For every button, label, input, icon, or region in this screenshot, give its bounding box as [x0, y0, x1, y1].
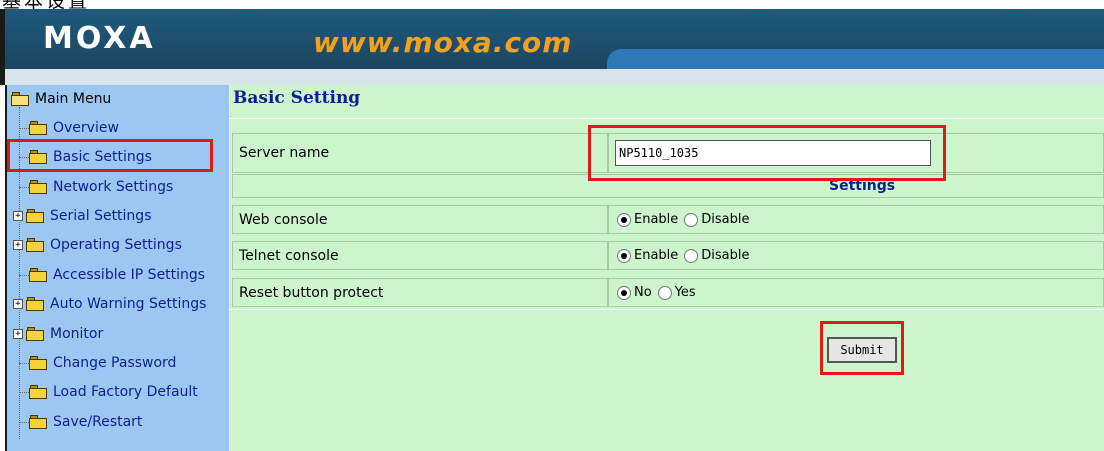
- divider: [229, 309, 1104, 310]
- telnet-console-disable-radio[interactable]: [684, 248, 699, 263]
- web-console-enable-radio[interactable]: [617, 212, 631, 227]
- section-header: Settings: [829, 178, 896, 194]
- folder-icon: [29, 385, 47, 399]
- reset-no-radio[interactable]: [617, 285, 631, 300]
- sidebar-item-label: Accessible IP Settings: [53, 267, 206, 283]
- sidebar-item-change-password[interactable]: Change Password: [29, 351, 176, 375]
- telnet-console-enable-radio[interactable]: [617, 248, 631, 263]
- web-console-label: Web console: [232, 205, 608, 234]
- server-name-input[interactable]: NP5110_1035: [615, 140, 931, 166]
- main-menu-label: Main Menu: [35, 91, 112, 107]
- reset-button-label: Reset button protect: [232, 278, 608, 307]
- web-console-options: Enable Disable: [608, 205, 1104, 234]
- folder-icon: [29, 121, 47, 135]
- sidebar-item-label: Operating Settings: [50, 237, 182, 253]
- telnet-console-row: Telnet console Enable Disable: [229, 241, 1104, 270]
- telnet-console-label: Telnet console: [232, 241, 608, 270]
- telnet-console-options: Enable Disable: [608, 241, 1104, 270]
- expand-icon[interactable]: +: [13, 329, 23, 339]
- main-content: Basic Setting Server name NP5110_1035 Se…: [229, 85, 1104, 451]
- expand-icon[interactable]: +: [13, 240, 23, 250]
- sidebar-item-label: Change Password: [53, 355, 177, 371]
- main-menu-root[interactable]: Main Menu: [11, 87, 111, 111]
- expand-icon[interactable]: +: [13, 211, 23, 221]
- web-console-row: Web console Enable Disable: [229, 205, 1104, 234]
- page-title: Basic Setting: [233, 88, 361, 108]
- radio-label: Disable: [701, 248, 750, 263]
- sidebar-item-monitor[interactable]: + Monitor: [13, 322, 103, 346]
- settings-header-cell: Settings: [232, 174, 1104, 198]
- moxa-logo: MOXA: [43, 21, 156, 56]
- sidebar-item-network-settings[interactable]: Network Settings: [29, 175, 173, 199]
- radio-label: No: [634, 285, 652, 300]
- radio-label: Enable: [634, 248, 679, 263]
- radio-label: Enable: [634, 212, 679, 227]
- folder-icon: [29, 415, 47, 429]
- folder-icon: [29, 150, 47, 164]
- sidebar-menu: Main Menu Overview Basic Settings Networ…: [5, 85, 229, 451]
- divider: [229, 118, 1104, 119]
- reset-button-options: No Yes: [608, 278, 1104, 307]
- sidebar-item-basic-settings[interactable]: Basic Settings: [29, 145, 152, 169]
- sidebar-item-label: Auto Warning Settings: [50, 296, 207, 312]
- reset-yes-radio[interactable]: [657, 285, 672, 300]
- folder-icon: [26, 327, 44, 341]
- sidebar-item-label: Basic Settings: [53, 149, 152, 165]
- folder-icon: [29, 356, 47, 370]
- sidebar-item-overview[interactable]: Overview: [29, 116, 119, 140]
- header-right-panel: [607, 49, 1104, 69]
- folder-open-icon: [11, 92, 29, 106]
- server-name-row: Server name NP5110_1035: [229, 133, 1104, 173]
- sidebar-item-serial-settings[interactable]: + Serial Settings: [13, 204, 152, 228]
- radio-label: Disable: [701, 212, 750, 227]
- sidebar-item-label: Save/Restart: [53, 414, 143, 430]
- server-name-label: Server name: [232, 133, 608, 173]
- reset-button-row: Reset button protect No Yes: [229, 278, 1104, 307]
- expand-icon[interactable]: +: [13, 299, 23, 309]
- sidebar-item-operating-settings[interactable]: + Operating Settings: [13, 233, 182, 257]
- folder-icon: [26, 209, 44, 223]
- folder-icon: [26, 238, 44, 252]
- folder-icon: [29, 180, 47, 194]
- sidebar-item-accessible-ip-settings[interactable]: Accessible IP Settings: [29, 263, 205, 287]
- sidebar-item-label: Monitor: [50, 326, 104, 342]
- submit-button[interactable]: Submit: [827, 337, 897, 363]
- sidebar-item-label: Load Factory Default: [53, 384, 198, 400]
- header-bottom-strip: [5, 69, 1104, 85]
- site-url[interactable]: www.moxa.com: [313, 26, 572, 59]
- sidebar-item-label: Serial Settings: [50, 208, 152, 224]
- web-console-disable-radio[interactable]: [684, 212, 699, 227]
- sidebar-item-save-restart[interactable]: Save/Restart: [29, 410, 142, 434]
- sidebar-item-auto-warning-settings[interactable]: + Auto Warning Settings: [13, 292, 206, 316]
- folder-icon: [26, 297, 44, 311]
- sidebar-item-load-factory-default[interactable]: Load Factory Default: [29, 380, 198, 404]
- radio-label: Yes: [674, 285, 696, 300]
- sidebar-item-label: Network Settings: [53, 179, 174, 195]
- folder-icon: [29, 268, 47, 282]
- settings-header-row: Settings: [229, 174, 1104, 198]
- sidebar-item-label: Overview: [53, 120, 119, 136]
- header-banner: MOXA www.moxa.com: [0, 9, 1104, 85]
